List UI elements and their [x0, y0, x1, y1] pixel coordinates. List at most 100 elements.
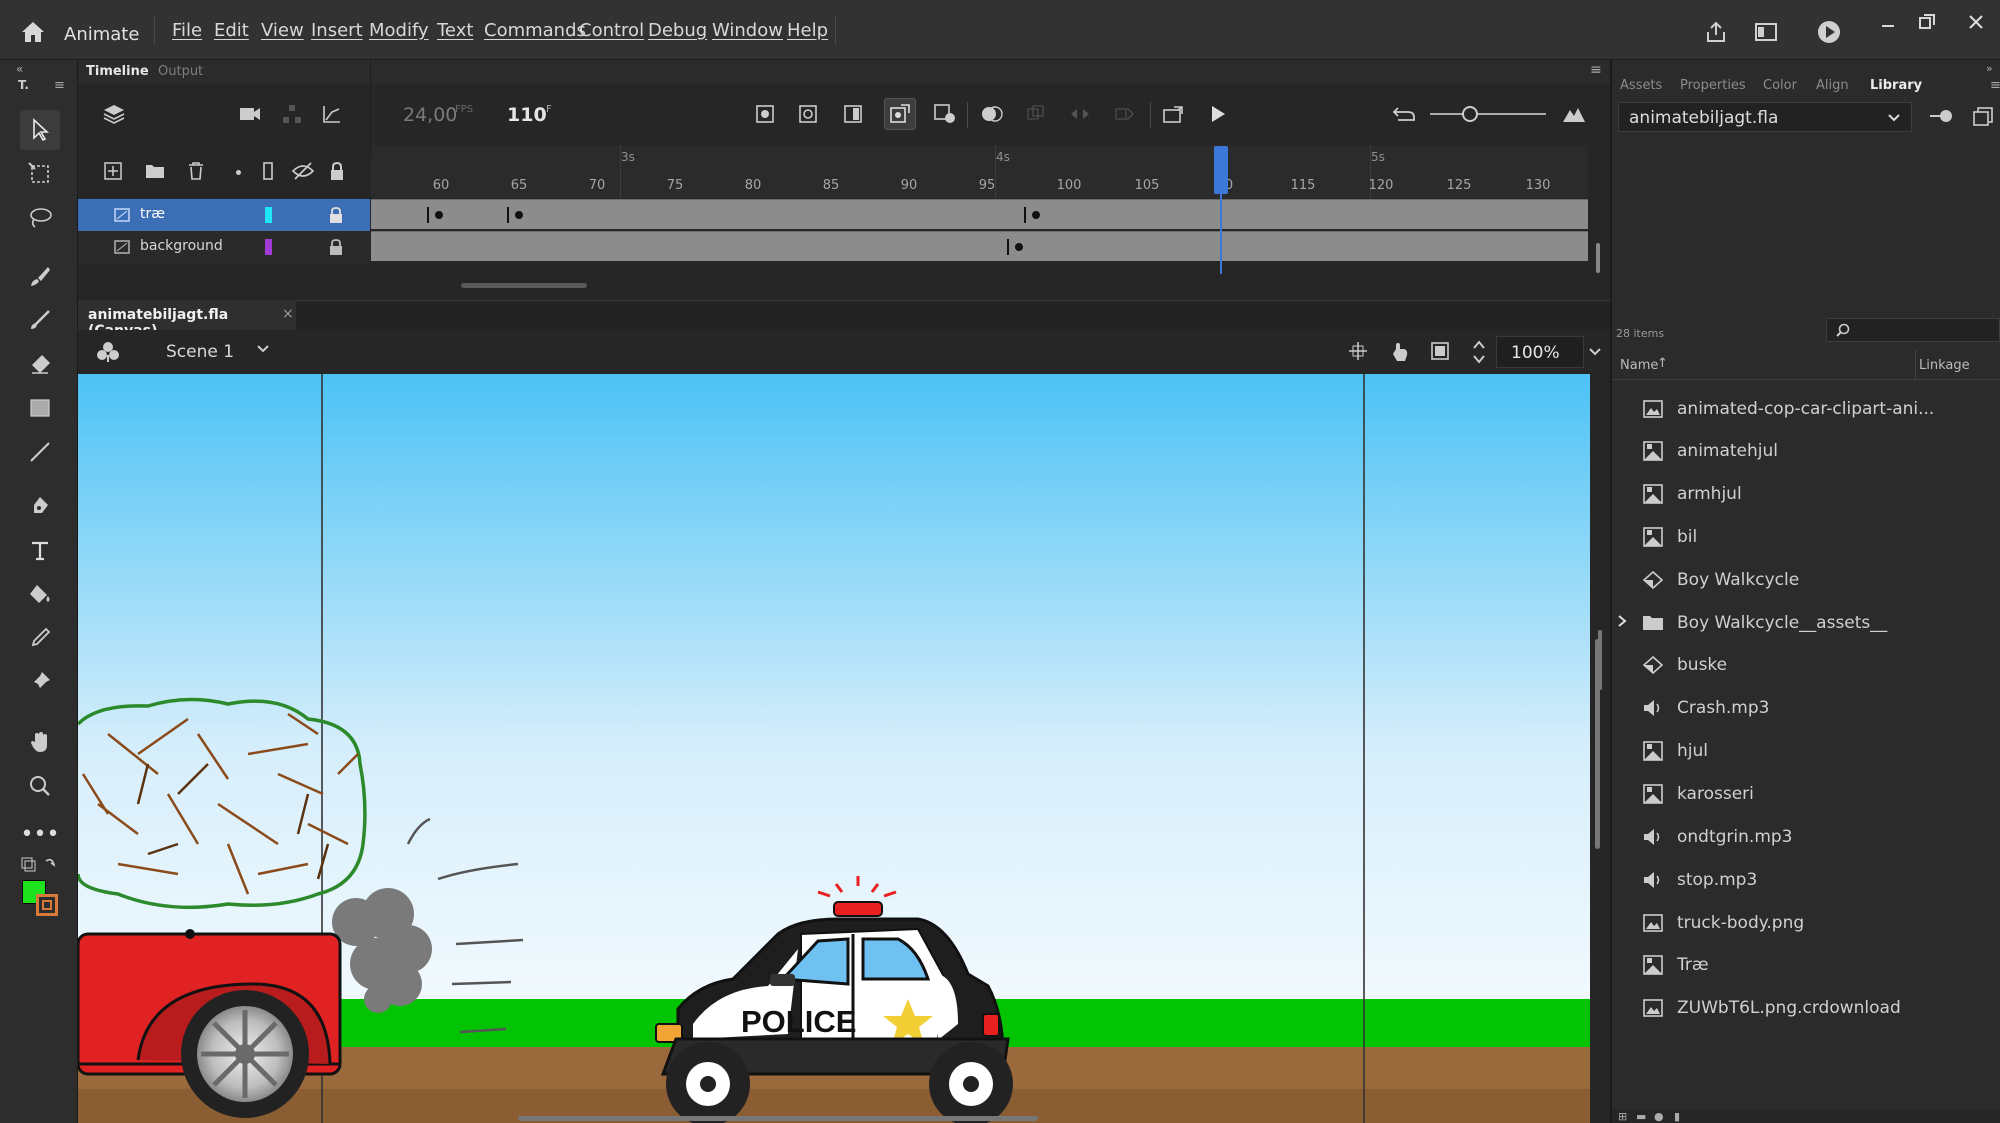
new-folder-icon[interactable]: ▬	[1636, 1110, 1646, 1123]
library-item[interactable]: karosseri	[1641, 777, 1754, 811]
library-item[interactable]: stop.mp3	[1641, 863, 1757, 897]
info-icon[interactable]: ●	[1654, 1110, 1664, 1123]
play-icon[interactable]	[1204, 100, 1232, 128]
library-item[interactable]: armhjul	[1641, 477, 1742, 511]
layer-color-swatch[interactable]	[265, 207, 272, 223]
share-icon[interactable]	[1700, 18, 1732, 46]
tab-timeline[interactable]: Timeline	[86, 64, 149, 79]
layers-icon[interactable]	[100, 100, 128, 128]
tab-output[interactable]: Output	[158, 64, 203, 79]
delete-icon[interactable]: ▮	[1674, 1110, 1680, 1123]
chevron-right-icon[interactable]	[1616, 614, 1628, 628]
zoom-tool-icon[interactable]	[20, 766, 60, 806]
keyframe[interactable]	[435, 211, 443, 219]
library-item[interactable]: Boy Walkcycle__assets__	[1641, 606, 1887, 640]
onion-skin-icon[interactable]	[978, 100, 1006, 128]
lock-all-layers-icon[interactable]	[325, 158, 349, 184]
outline-toggle-icon[interactable]	[256, 158, 280, 184]
menu-edit[interactable]: Edit	[214, 20, 249, 41]
library-scrollbar[interactable]	[1598, 630, 1602, 690]
library-item[interactable]: ZUWbT6L.png.crdownload	[1641, 991, 1901, 1025]
tab-assets[interactable]: Assets	[1620, 78, 1662, 93]
collapse-icon[interactable]: «	[16, 62, 23, 76]
home-icon[interactable]	[18, 18, 48, 46]
zoom-input[interactable]: 100%	[1496, 336, 1584, 368]
frames-row-background[interactable]	[371, 231, 1588, 261]
timeline-menu-icon[interactable]: ≡	[1590, 62, 1602, 78]
eyedropper-tool-icon[interactable]	[20, 618, 60, 658]
playhead-handle[interactable]	[1214, 146, 1228, 194]
timeline-hscrollbar[interactable]	[461, 283, 587, 288]
zoom-dropdown-icon[interactable]	[1584, 336, 1606, 368]
keyframe[interactable]	[1015, 243, 1023, 251]
menu-help[interactable]: Help	[787, 20, 828, 41]
library-item[interactable]: bil	[1641, 520, 1697, 554]
fit-stage-icon[interactable]	[1472, 338, 1486, 366]
layer-name[interactable]: træ	[140, 206, 165, 222]
panel-menu-icon[interactable]: ≡	[54, 78, 65, 93]
keyframe[interactable]	[1032, 211, 1040, 219]
rotate-stage-icon[interactable]	[1388, 341, 1412, 363]
menu-text[interactable]: Text	[437, 20, 473, 41]
tab-align[interactable]: Align	[1816, 78, 1849, 93]
edit-multiple-frames-icon[interactable]	[1066, 100, 1094, 128]
scene-name[interactable]: Scene 1	[166, 342, 234, 362]
restore-icon[interactable]	[1913, 10, 1941, 34]
paint-bucket-tool-icon[interactable]	[20, 574, 60, 614]
menu-commands[interactable]: Commands	[484, 20, 586, 41]
layer-row-background[interactable]: background	[78, 231, 370, 263]
highlight-layer-icon[interactable]	[236, 170, 241, 175]
close-tab-icon[interactable]: ×	[282, 306, 294, 322]
library-item[interactable]: animated-cop-car-clipart-ani...	[1641, 392, 1934, 426]
paint-brush-tool-icon[interactable]	[20, 256, 60, 296]
center-stage-icon[interactable]	[1348, 341, 1368, 361]
library-item[interactable]: Boy Walkcycle	[1641, 563, 1799, 597]
pen-tool-icon[interactable]	[20, 486, 60, 526]
fps-value[interactable]: 24,00	[403, 104, 457, 126]
workspace-icon[interactable]	[1750, 18, 1782, 46]
free-transform-tool-icon[interactable]	[20, 154, 60, 194]
close-window-icon[interactable]	[1962, 10, 1990, 34]
parenting-icon[interactable]	[278, 100, 306, 128]
pin-tool-icon[interactable]	[20, 662, 60, 702]
chevron-down-icon[interactable]	[256, 344, 270, 354]
text-tool-icon[interactable]	[20, 530, 60, 570]
pin-library-icon[interactable]	[1928, 106, 1954, 126]
auto-keyframe-icon[interactable]	[884, 98, 916, 130]
library-item[interactable]: buske	[1641, 648, 1727, 682]
document-tab[interactable]: animatebiljagt.fla (Canvas) ×	[78, 300, 296, 339]
test-movie-icon[interactable]	[1813, 18, 1845, 46]
insert-frame-icon[interactable]	[840, 100, 866, 128]
fit-frames-icon[interactable]	[1558, 100, 1590, 128]
new-folder-icon[interactable]	[141, 158, 169, 184]
library-item[interactable]: hjul	[1641, 734, 1708, 768]
more-tools-icon[interactable]: •••	[20, 814, 60, 854]
insert-keyframe-icon[interactable]	[752, 100, 778, 128]
menu-window[interactable]: Window	[712, 20, 783, 41]
keyframe[interactable]	[515, 211, 523, 219]
menu-control[interactable]: Control	[579, 20, 644, 41]
modify-onion-markers-icon[interactable]	[1110, 100, 1138, 128]
timeline-zoom-slider[interactable]	[1430, 113, 1546, 115]
eraser-tool-icon[interactable]	[20, 344, 60, 384]
library-item[interactable]: truck-body.png	[1641, 906, 1804, 940]
menu-modify[interactable]: Modify	[369, 20, 429, 41]
layer-color-swatch[interactable]	[265, 239, 272, 255]
new-layer-icon[interactable]	[100, 158, 126, 184]
layer-lock-icon[interactable]	[328, 238, 344, 256]
clip-content-icon[interactable]	[1430, 341, 1450, 361]
library-item[interactable]: ondtgrin.mp3	[1641, 820, 1792, 854]
undo-zoom-icon[interactable]	[1390, 100, 1418, 128]
tab-color[interactable]: Color	[1763, 78, 1797, 93]
expand-panels-icon[interactable]: »	[1986, 62, 1993, 75]
stage-canvas[interactable]: POLICE	[78, 374, 1590, 1123]
selection-tool-icon[interactable]	[20, 110, 60, 150]
minimize-icon[interactable]	[1874, 10, 1902, 34]
lasso-tool-icon[interactable]	[20, 198, 60, 238]
menu-insert[interactable]: Insert	[311, 20, 363, 41]
new-library-panel-icon[interactable]	[1972, 106, 1994, 126]
column-name[interactable]: Name	[1620, 358, 1658, 373]
layer-row-trae[interactable]: træ	[78, 199, 370, 231]
onion-outline-icon[interactable]	[1022, 100, 1050, 128]
loop-playback-icon[interactable]	[1160, 100, 1188, 128]
